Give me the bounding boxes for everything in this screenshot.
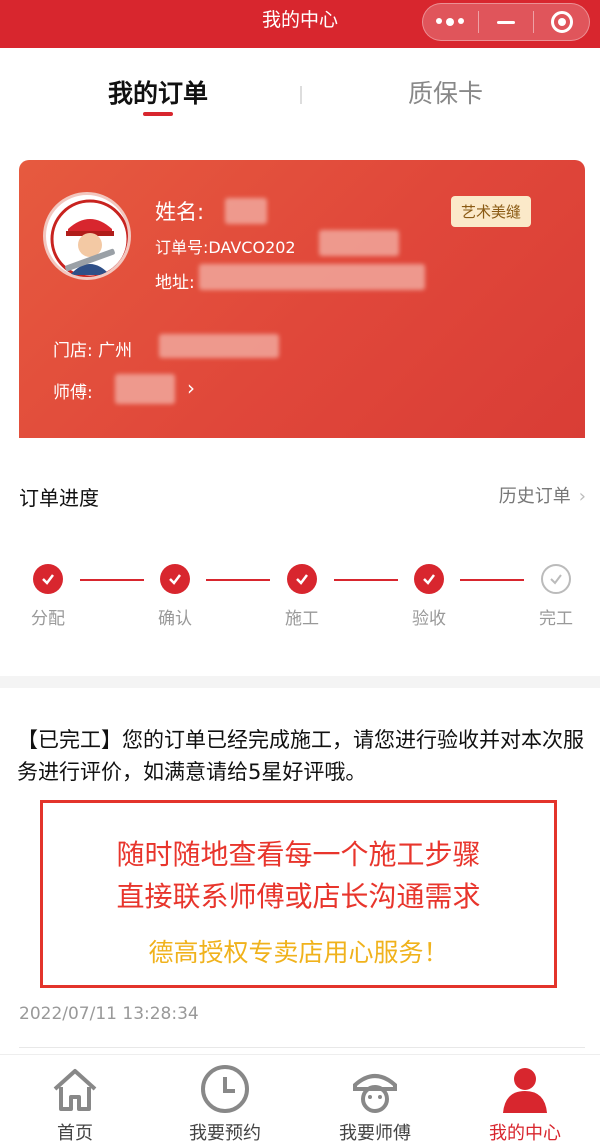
master-label[interactable]: 师傅: xyxy=(53,378,93,403)
history-orders-label: 历史订单 xyxy=(498,486,571,507)
order-number: 订单号:DAVCO202 xyxy=(155,238,296,257)
chevron-right-icon[interactable]: › xyxy=(187,376,195,400)
step-connector xyxy=(334,579,398,581)
progress-steps: 分配 确认 施工 验收 完工 xyxy=(0,562,600,632)
tabbar-center-label: 我的中心 xyxy=(489,1123,561,1141)
promo-line-1: 随时随地查看每一个施工步骤 xyxy=(116,838,481,871)
tabbar-center[interactable]: 我的中心 xyxy=(450,1055,600,1141)
address-label: 地址: xyxy=(155,273,195,293)
step-label-complete: 完工 xyxy=(539,609,573,629)
target-icon xyxy=(550,11,573,33)
step-check-icon xyxy=(287,564,317,594)
tab-divider xyxy=(300,86,302,104)
message-timestamp: 2022/07/11 13:28:34 xyxy=(19,1004,199,1024)
step-connector xyxy=(460,579,524,581)
page: 我的中心 我的订单 质保卡 姓名: 艺术美缝 订单号:DAVCO202 地址: … xyxy=(0,0,600,1141)
tabs: 我的订单 质保卡 xyxy=(0,48,600,128)
tabbar-home[interactable]: 首页 xyxy=(0,1055,150,1141)
tabbar-booking-label: 我要预约 xyxy=(189,1123,261,1141)
promo-line-3: 德高授权专卖店用心服务！ xyxy=(148,938,449,967)
promo-box: 随时随地查看每一个施工步骤 直接联系师傅或店长沟通需求 德高授权专卖店用心服务！ xyxy=(40,800,557,988)
step-label-confirm: 确认 xyxy=(158,609,192,629)
order-card: 姓名: 艺术美缝 订单号:DAVCO202 地址: 门店: 广州 师傅: › xyxy=(19,160,585,438)
tab-warranty-card[interactable]: 质保卡 xyxy=(408,74,483,110)
tabbar-booking[interactable]: 我要预约 xyxy=(150,1055,300,1141)
service-tag: 艺术美缝 xyxy=(451,196,532,227)
redacted-name xyxy=(225,198,267,224)
close-miniprogram-button[interactable] xyxy=(534,4,589,40)
step-check-icon xyxy=(33,564,63,594)
step-check-outline-icon xyxy=(541,564,571,594)
tabbar-home-label: 首页 xyxy=(57,1123,93,1141)
step-label-construct: 施工 xyxy=(285,609,319,629)
step-connector xyxy=(80,579,144,581)
tab-active-indicator xyxy=(143,112,173,116)
step-label-assign: 分配 xyxy=(31,609,65,629)
home-icon xyxy=(53,1069,97,1111)
redacted-master-name xyxy=(115,374,175,404)
minus-icon xyxy=(497,20,515,24)
step-label-inspect: 验收 xyxy=(412,609,446,629)
tabbar-master-label: 我要师傅 xyxy=(339,1123,411,1141)
more-dots-icon xyxy=(436,18,465,26)
more-button[interactable] xyxy=(423,4,478,40)
promo-line-2: 直接联系师傅或店长沟通需求 xyxy=(116,880,481,913)
worker-avatar xyxy=(43,192,131,280)
worker-hat-icon xyxy=(353,1074,397,1113)
order-progress-title: 订单进度 xyxy=(19,486,99,510)
redacted-address xyxy=(199,264,425,290)
chevron-right-icon: › xyxy=(578,486,586,507)
customer-name-label: 姓名: xyxy=(155,200,205,224)
store-label: 门店: 广州 xyxy=(53,341,133,361)
history-orders-link[interactable]: 历史订单 › xyxy=(499,482,586,508)
tab-my-orders[interactable]: 我的订单 xyxy=(108,74,208,110)
top-bar: 我的中心 xyxy=(0,0,600,48)
minimize-button[interactable] xyxy=(479,4,534,40)
order-status-message: 【已完工】您的订单已经完成施工，请您进行验收并对本次服务进行评价，如满意请给5星… xyxy=(17,728,584,784)
step-connector xyxy=(206,579,270,581)
section-divider xyxy=(0,676,600,688)
redacted-store xyxy=(159,334,279,358)
divider xyxy=(19,1047,585,1048)
miniprogram-capsule xyxy=(422,3,590,41)
redacted-order-number xyxy=(319,230,399,256)
bottom-tab-bar: 首页 我要预约 我要师傅 我的中心 xyxy=(0,1054,600,1141)
worker-mascot-icon xyxy=(48,197,128,277)
step-check-icon xyxy=(414,564,444,594)
step-check-icon xyxy=(160,564,190,594)
tabbar-master[interactable]: 我要师傅 xyxy=(300,1055,450,1141)
clock-icon xyxy=(201,1065,249,1113)
user-icon xyxy=(503,1068,547,1113)
